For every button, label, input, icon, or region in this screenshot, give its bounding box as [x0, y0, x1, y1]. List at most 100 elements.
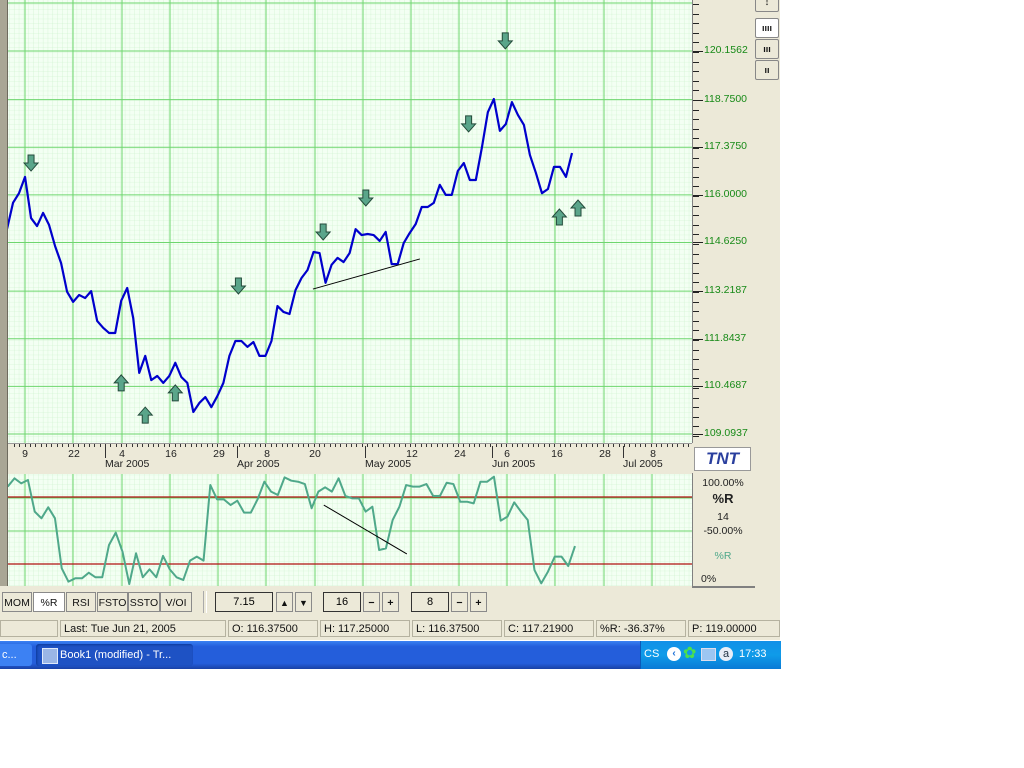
plus-button-2[interactable]: +	[382, 592, 399, 612]
price-tick-label: 117.3750	[704, 140, 748, 153]
tab-fsto[interactable]: FSTO	[97, 592, 128, 612]
axis-tick	[693, 4, 699, 5]
axis-tick	[195, 444, 197, 447]
language-indicator[interactable]: CS	[644, 648, 659, 660]
axis-tick	[495, 444, 497, 447]
axis-tick	[693, 368, 699, 370]
axis-tick	[40, 444, 42, 447]
decrease-button[interactable]: ▼	[295, 592, 312, 612]
tray-expand-icon[interactable]: ‹	[667, 647, 681, 661]
axis-tick	[549, 444, 550, 447]
axis-tick	[388, 444, 390, 447]
axis-tick-major	[693, 386, 703, 388]
axis-tick	[254, 444, 256, 447]
axis-tick	[211, 444, 213, 447]
axis-tick	[693, 138, 699, 140]
percent-r-panel	[8, 474, 692, 586]
taskbar-button-book1[interactable]: Book1 (modified) - Tr...	[36, 644, 193, 666]
tray-a-icon[interactable]: a	[719, 647, 733, 661]
axis-tick	[693, 436, 699, 437]
axis-tick	[602, 444, 604, 447]
axis-tick	[72, 444, 74, 447]
status-open: O: 116.37500	[228, 620, 318, 637]
tab-ssto[interactable]: SSTO	[128, 592, 160, 612]
axis-tick	[115, 444, 117, 447]
axis-tick	[169, 444, 171, 447]
system-tray: CS ‹ ✿ a 17:33	[640, 641, 781, 669]
axis-tick	[591, 444, 593, 447]
taskbar-button-1[interactable]: c...	[0, 644, 32, 666]
pr-mid-label: -50.00%	[703, 525, 743, 537]
axis-tick	[383, 444, 385, 447]
axis-tick	[693, 301, 699, 303]
bar-density-mid-button[interactable]: ııı	[755, 39, 779, 59]
scroll-up-button[interactable]: ↕	[755, 0, 779, 12]
axis-tick	[661, 444, 663, 447]
tab-voi[interactable]: V/OI	[160, 592, 192, 612]
axis-tick	[286, 444, 288, 447]
right-tool-column: ↕ ıııı ııı ıı	[752, 0, 780, 586]
icq-flower-icon[interactable]: ✿	[683, 646, 696, 662]
axis-tick	[324, 444, 326, 447]
axis-tick	[693, 52, 699, 53]
axis-tick	[693, 349, 699, 351]
axis-tick	[83, 444, 85, 447]
axis-tick	[693, 253, 699, 255]
axis-tick	[367, 444, 369, 447]
axis-tick	[153, 444, 155, 447]
axis-tick	[147, 444, 149, 447]
date-tick-label: 22	[68, 448, 80, 460]
app-icon	[42, 648, 58, 664]
axis-tick	[618, 444, 620, 447]
plus-button-3[interactable]: +	[470, 592, 487, 612]
axis-tick	[672, 444, 674, 447]
axis-tick	[629, 444, 631, 447]
axis-tick	[650, 444, 652, 447]
axis-tick-major	[693, 99, 703, 101]
axis-tick	[126, 444, 128, 447]
tab-mom[interactable]: MOM	[2, 592, 32, 612]
axis-tick	[99, 444, 101, 447]
axis-tick	[179, 444, 181, 447]
axis-tick	[693, 128, 699, 130]
date-tick-label: 20	[309, 448, 321, 460]
axis-tick	[607, 444, 609, 447]
tab-percent-r[interactable]: %R	[33, 592, 65, 612]
chart-canvas[interactable]	[0, 0, 692, 586]
value-field-1[interactable]: 7.15	[215, 592, 273, 612]
toolbar-separator	[203, 591, 207, 613]
axis-tick	[228, 444, 229, 447]
axis-tick	[677, 444, 679, 447]
status-percent-r: %R: -36.37%	[596, 620, 686, 637]
axis-tick	[693, 157, 699, 159]
axis-tick	[693, 244, 699, 245]
axis-tick	[693, 272, 699, 274]
axis-tick	[425, 444, 427, 447]
axis-tick	[458, 444, 460, 447]
minus-button-3[interactable]: −	[451, 592, 468, 612]
tab-rsi[interactable]: RSI	[66, 592, 96, 612]
price-panel	[8, 0, 692, 443]
axis-tick	[270, 444, 272, 447]
increase-button[interactable]: ▲	[276, 592, 293, 612]
axis-tick	[693, 186, 699, 188]
price-tick-label: 113.2187	[704, 284, 748, 297]
value-field-3[interactable]: 8	[411, 592, 449, 612]
axis-tick	[201, 444, 203, 447]
axis-tick	[693, 311, 699, 313]
axis-tick	[137, 444, 139, 447]
axis-tick	[586, 444, 588, 447]
axis-tick	[693, 330, 699, 332]
axis-tick	[19, 444, 21, 447]
value-field-2[interactable]: 16	[323, 592, 361, 612]
bar-density-low-button[interactable]: ıı	[755, 60, 779, 80]
bar-density-high-button[interactable]: ıııı	[755, 18, 779, 38]
minus-button-2[interactable]: −	[363, 592, 380, 612]
month-divider	[492, 446, 493, 458]
axis-tick	[335, 444, 336, 447]
network-icon[interactable]	[701, 648, 716, 661]
date-tick-label: 28	[599, 448, 611, 460]
axis-tick	[511, 444, 513, 447]
axis-tick	[634, 444, 636, 447]
axis-tick-major	[693, 291, 703, 293]
